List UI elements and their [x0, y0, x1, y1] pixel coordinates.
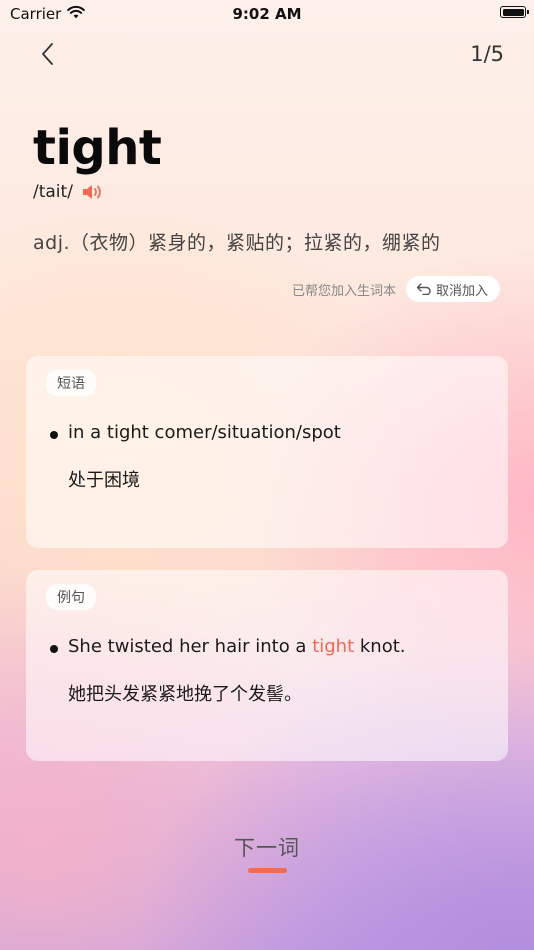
phonetic-text: /tait/	[33, 182, 73, 202]
examples-card: 例句 She twisted her hair into a tight kno…	[26, 570, 508, 761]
cancel-add-button[interactable]: 取消加入	[405, 276, 500, 302]
example-sentence: She twisted her hair into a tight knot.	[50, 636, 406, 657]
page-counter: 1/5	[470, 42, 504, 66]
next-word-button[interactable]: 下一词	[0, 832, 534, 862]
example-sentence-before: She twisted her hair into a	[68, 636, 313, 657]
wordbook-status: 已帮您加入生词本	[291, 283, 396, 299]
phrase-translation: 处于困境	[68, 470, 140, 491]
battery-icon	[500, 6, 529, 18]
pronounce-button[interactable]	[81, 182, 103, 202]
phrases-tag: 短语	[46, 370, 96, 396]
word-headword: tight	[33, 120, 162, 176]
status-bar: Carrier 9:02 AM	[0, 0, 534, 28]
cancel-add-label: 取消加入	[435, 283, 488, 299]
next-word-underline	[248, 868, 287, 873]
example-sentence-highlight: tight	[312, 636, 355, 657]
phonetic-row: /tait/	[33, 182, 103, 202]
back-button[interactable]	[32, 38, 62, 70]
chevron-left-icon	[42, 43, 53, 65]
phrases-card: 短语 in a tight comer/situation/spot 处于困境	[26, 356, 508, 548]
phrase-item: in a tight comer/situation/spot	[50, 422, 341, 443]
speaker-icon	[82, 185, 101, 199]
undo-icon	[416, 283, 431, 295]
example-translation: 她把头发紧紧地挽了个发髻。	[68, 684, 302, 705]
word-definition: adj.（衣物）紧身的，紧贴的；拉紧的，绷紧的	[33, 232, 441, 254]
example-sentence-after: knot.	[354, 636, 406, 657]
wordbook-row: 已帮您加入生词本 取消加入	[292, 276, 500, 302]
status-time: 9:02 AM	[232, 5, 302, 23]
examples-tag: 例句	[46, 584, 96, 610]
